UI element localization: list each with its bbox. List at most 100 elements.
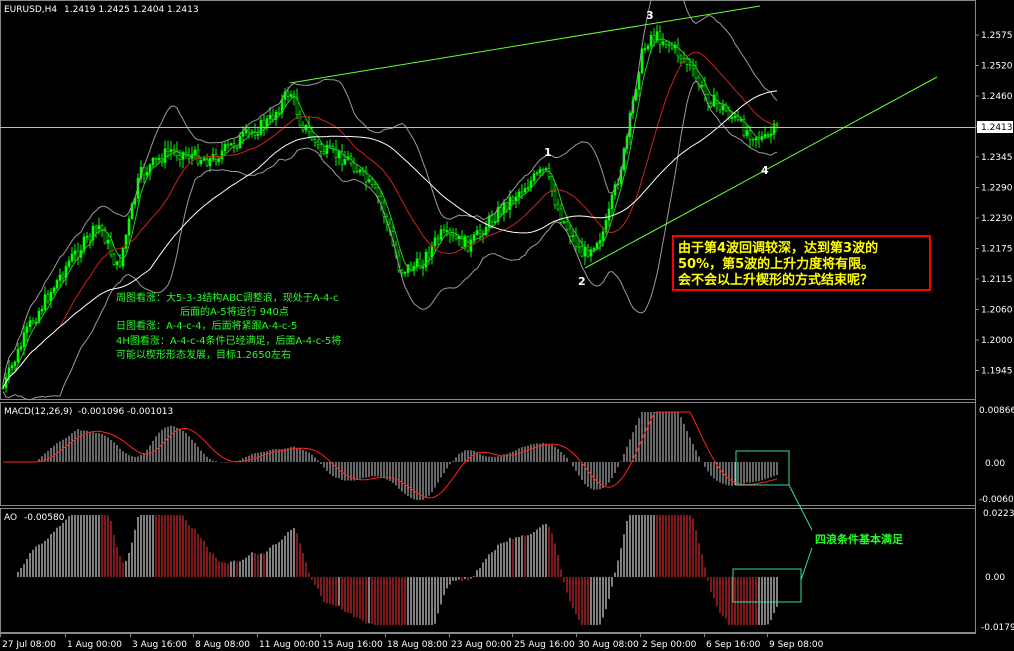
price-tick-label: 1.2060 <box>981 306 1013 316</box>
candle-body <box>208 158 212 166</box>
time-tick-label: 23 Aug 00:00 <box>451 640 512 650</box>
price-axis: 1.25751.25201.24601.24001.23451.22901.22… <box>975 31 1013 377</box>
candle-body <box>244 129 248 134</box>
candle-body <box>418 258 422 269</box>
annotation-line: 周图看涨：大5-3-3结构ABC调整浪，现处于A-4-c <box>116 291 339 304</box>
candle-body <box>763 134 767 137</box>
candle-body <box>10 365 14 369</box>
candle-body <box>379 195 383 204</box>
candle-body <box>118 261 122 267</box>
candle-body <box>520 191 524 194</box>
candle-body <box>688 64 692 67</box>
price-tick-label: 1.2175 <box>981 245 1013 255</box>
candle-body <box>157 158 161 160</box>
candle-body <box>610 194 614 210</box>
candle-body <box>370 179 374 185</box>
ao-value: -0.00580 <box>24 513 65 523</box>
candle-body <box>559 208 563 223</box>
candle-body <box>145 171 149 176</box>
wave-label-2: 2 <box>578 275 586 288</box>
annotation-line: 日图看涨：A-4-c-4，后面将紧跟A-4-c-5 <box>116 319 297 332</box>
candle-body <box>709 102 713 107</box>
candle-body <box>745 130 749 136</box>
time-tick-label: 25 Aug 16:00 <box>514 640 575 650</box>
candle-body <box>112 254 116 265</box>
candle-body <box>607 208 611 221</box>
candle-body <box>154 158 158 160</box>
time-tick-label: 15 Aug 16:00 <box>322 640 383 650</box>
candle-body <box>586 246 590 257</box>
candle-body <box>670 44 674 49</box>
candle-body <box>7 367 11 378</box>
candle-body <box>424 251 428 268</box>
candle-body <box>343 159 347 165</box>
price-tick-label: 1.2520 <box>981 62 1013 72</box>
wave-label-4: 4 <box>761 164 769 177</box>
candle-body <box>685 58 689 65</box>
candle-body <box>703 84 707 95</box>
price-tick-label: 1.2230 <box>981 214 1013 224</box>
wave-label-1: 1 <box>544 146 552 159</box>
candle-body <box>43 294 47 310</box>
candle-body <box>169 149 173 152</box>
symbol-label: EURUSD,H4 <box>4 5 57 15</box>
candle-body <box>592 248 596 251</box>
candle-body <box>694 68 698 79</box>
time-tick-label: 1 Aug 00:00 <box>67 640 122 650</box>
macd-values: -0.001096 -0.001013 <box>78 407 173 417</box>
candle-body <box>598 240 602 244</box>
candle-body <box>151 158 155 165</box>
candle-body <box>313 139 317 143</box>
candle-body <box>67 260 71 267</box>
macd-tick: 0.00866 <box>979 406 1014 416</box>
candle-body <box>31 320 35 323</box>
candle-body <box>748 130 752 140</box>
candle-body <box>331 146 335 149</box>
wave-analysis-box[interactable]: 由于第4波回调较深，达到第3波的 50%，第5波的上升力度将有限。 会不会以上升… <box>672 235 931 291</box>
time-tick-label: 8 Aug 08:00 <box>195 640 250 650</box>
candle-body <box>475 230 479 235</box>
candle-body <box>241 132 245 137</box>
candle-body <box>568 228 572 237</box>
candle-body <box>127 218 131 236</box>
price-tick-label: 1.2115 <box>981 275 1013 285</box>
time-tick-label: 2 Sep 00:00 <box>642 640 697 650</box>
candle-body <box>661 41 665 45</box>
candle-body <box>400 270 404 273</box>
candle-body <box>238 135 242 148</box>
candle-body <box>271 114 275 120</box>
macd-tick: 0.00 <box>985 459 1005 469</box>
ao-tick: 0.00 <box>985 573 1005 583</box>
candle-body <box>544 168 548 170</box>
candle-body <box>214 153 218 163</box>
candle-body <box>376 187 380 197</box>
candle-body <box>199 159 203 165</box>
time-tick-label: 3 Aug 16:00 <box>132 640 187 650</box>
price-tick-label: 1.2460 <box>981 92 1013 102</box>
candle-body <box>601 231 605 241</box>
candle-body <box>490 215 494 222</box>
candle-body <box>28 320 32 327</box>
candle-body <box>109 239 113 256</box>
candle-body <box>88 235 92 241</box>
candle-body <box>316 141 320 145</box>
candle-body <box>652 35 656 41</box>
candle-body <box>451 234 455 237</box>
price-tick-label: 1.2290 <box>981 184 1013 194</box>
candle-body <box>532 173 536 182</box>
candle-body <box>310 131 314 140</box>
candle-body <box>463 236 467 248</box>
time-tick-label: 9 Sep 08:00 <box>769 640 824 650</box>
candle-body <box>223 143 227 152</box>
candle-body <box>262 119 266 128</box>
candle-body <box>256 133 260 136</box>
indicator-note: 四浪条件基本满足 <box>815 532 904 546</box>
candle-body <box>535 172 539 175</box>
candle-body <box>85 235 89 238</box>
chart-window[interactable]: EURUSD,H4 1.2419 1.2425 1.2404 1.2413 1.… <box>0 0 1014 651</box>
candle-body <box>478 230 482 234</box>
candle-body <box>55 280 59 289</box>
candle-body <box>46 294 50 302</box>
candle-body <box>526 187 530 190</box>
candle-body <box>16 348 20 363</box>
